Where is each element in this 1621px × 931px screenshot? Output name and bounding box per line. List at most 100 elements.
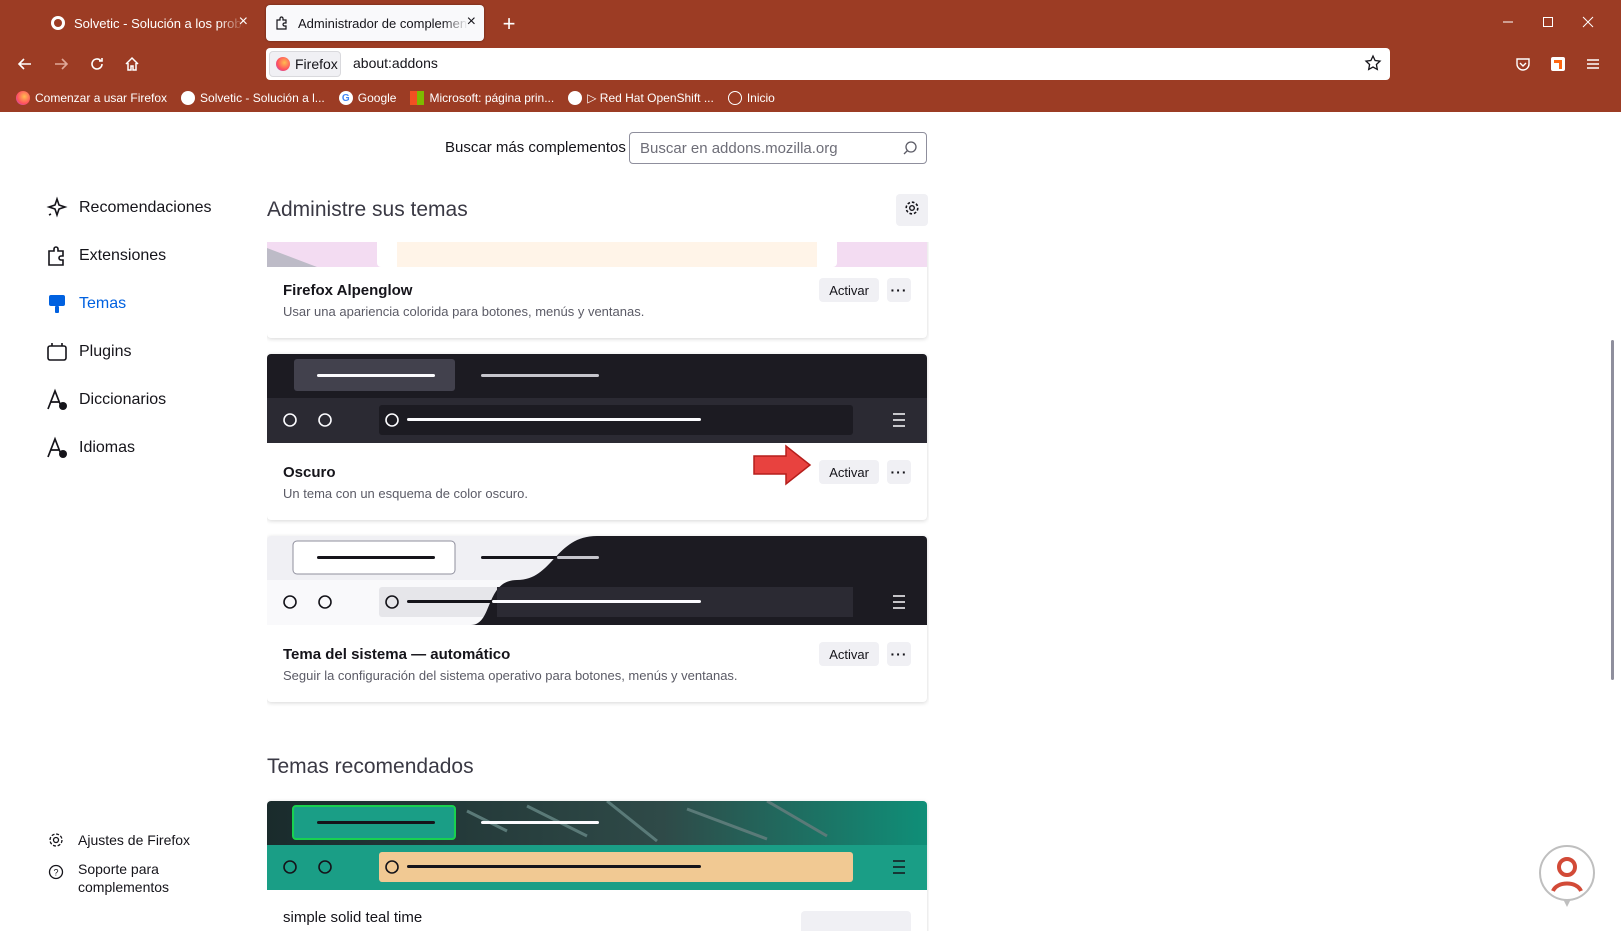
recommended-theme-card: simple solid teal time [267,801,927,931]
footer-link-label: Ajustes de Firefox [78,832,191,848]
close-window-button[interactable] [1573,10,1603,34]
microsoft-icon [410,91,425,105]
theme-card-oscuro: Oscuro Un tema con un esquema de color o… [267,354,927,520]
theme-preview [267,801,927,890]
sidebar-item-label: Plugins [79,343,132,360]
bookmark-item[interactable]: Inicio [727,91,775,105]
tab-label: Solvetic - Solución a los problemas info… [74,15,244,31]
sidebar-item-idiomas[interactable]: Idiomas [45,436,135,460]
help-icon: ? [48,860,64,896]
pocket-icon[interactable] [1512,53,1534,75]
search-input[interactable] [638,139,892,158]
browser-toolbar: Solvetic - Solución a los problemas info… [0,0,1621,112]
firefox-icon [276,57,290,71]
tab-label: Administrador de complementos [298,15,468,31]
identity-label: Firefox [295,56,338,72]
bookmark-item[interactable]: Microsoft: página prin... [410,91,554,105]
addons-support-link[interactable]: ? Soporte para complementos [48,860,188,896]
bookmark-item[interactable]: ▷ Red Hat OpenShift ... [568,91,714,105]
theme-name: Oscuro [283,464,336,481]
scrollbar[interactable] [1611,340,1614,680]
sidebar-item-recomendaciones[interactable]: Recomendaciones [45,196,212,220]
gear-icon [904,200,920,221]
solvetic-icon [568,91,583,105]
svg-text:?: ? [53,868,58,878]
puzzle-icon [274,15,290,31]
bookmarks-toolbar: Comenzar a usar Firefox Solvetic - Soluc… [0,86,1621,110]
sidebar-item-extensiones[interactable]: Extensiones [45,244,166,268]
sidebar-item-label: Diccionarios [79,391,167,408]
language-icon [45,436,69,460]
plugin-icon [45,340,69,364]
gear-icon [48,832,64,851]
bookmark-item[interactable]: Comenzar a usar Firefox [16,91,167,105]
footer-link-label: Soporte para complementos [78,861,170,895]
theme-description: Usar una apariencia colorida para botone… [283,304,645,319]
theme-description: Seguir la configuración del sistema oper… [283,668,738,683]
activate-button[interactable]: Activar [819,642,879,666]
theme-name: Firefox Alpenglow [283,282,413,299]
home-button[interactable] [121,53,143,75]
bookmark-label: Solvetic - Solución a l... [200,91,325,105]
google-icon: G [338,91,353,105]
sidebar-item-temas[interactable]: Temas [45,292,126,316]
bookmark-item[interactable]: G Google [338,91,396,105]
tab-solvetic[interactable]: Solvetic - Solución a los problemas info… [44,5,256,41]
extension-icon[interactable] [1547,53,1569,75]
puzzle-icon [45,244,69,268]
close-tab-icon[interactable]: × [467,14,476,30]
globe-icon [727,91,742,105]
sparkle-icon [45,196,69,220]
reload-button[interactable] [86,53,108,75]
theme-card-sistema: Tema del sistema — automático Seguir la … [267,536,927,702]
sidebar-item-plugins[interactable]: Plugins [45,340,131,364]
firefox-settings-link[interactable]: Ajustes de Firefox [48,832,190,851]
more-options-button[interactable]: ··· [887,642,911,666]
sidebar-item-label: Temas [79,295,127,312]
solvetic-icon [181,91,196,105]
firefox-icon [16,91,30,105]
bookmark-label: Microsoft: página prin... [429,91,555,105]
new-tab-button[interactable]: + [498,11,520,36]
theme-description: Un tema con un esquema de color oscuro. [283,486,528,501]
brush-icon [45,292,69,316]
more-options-button[interactable]: ··· [887,278,911,302]
bookmark-label: Comenzar a usar Firefox [35,91,168,105]
minimize-button[interactable] [1493,10,1523,34]
url-text[interactable]: about:addons [353,55,438,71]
install-button[interactable] [801,911,911,931]
back-button[interactable] [14,53,36,75]
search-icon [902,140,918,161]
sidebar-item-label: Extensiones [79,247,167,264]
bookmark-label: Inicio [746,91,775,105]
theme-name: Tema del sistema — automático [283,646,511,663]
bookmark-star-icon[interactable] [1364,54,1382,77]
theme-preview [267,354,927,443]
menu-icon[interactable] [1582,53,1604,75]
solvetic-icon [50,15,66,31]
bookmark-label: ▷ Red Hat OpenShift ... [587,91,714,105]
themes-list: Firefox Alpenglow Usar una apariencia co… [267,242,929,931]
tab-addons[interactable]: Administrador de complementos × [266,5,484,41]
arrow-annotation-icon [753,444,812,486]
forward-button[interactable] [50,53,72,75]
identity-button[interactable]: Firefox [269,51,341,77]
recommended-heading: Temas recomendados [267,755,474,778]
sidebar-item-diccionarios[interactable]: Diccionarios [45,388,166,412]
theme-preview [267,242,927,267]
addons-search-field[interactable] [629,132,927,164]
theme-name: simple solid teal time [283,909,423,926]
more-options-button[interactable]: ··· [887,460,911,484]
theme-card-alpenglow: Firefox Alpenglow Usar una apariencia co… [267,242,927,338]
activate-button[interactable]: Activar [819,278,879,302]
search-label: Buscar más complementos [445,139,626,156]
theme-preview [267,536,927,625]
activate-button[interactable]: Activar [819,460,879,484]
url-bar[interactable]: Firefox about:addons [266,48,1390,80]
maximize-button[interactable] [1533,10,1563,34]
solvetic-watermark-icon [1539,845,1595,907]
page-title: Administre sus temas [267,198,468,221]
addons-settings-button[interactable] [896,194,928,226]
close-tab-icon[interactable]: × [239,14,248,30]
bookmark-item[interactable]: Solvetic - Solución a l... [181,91,325,105]
